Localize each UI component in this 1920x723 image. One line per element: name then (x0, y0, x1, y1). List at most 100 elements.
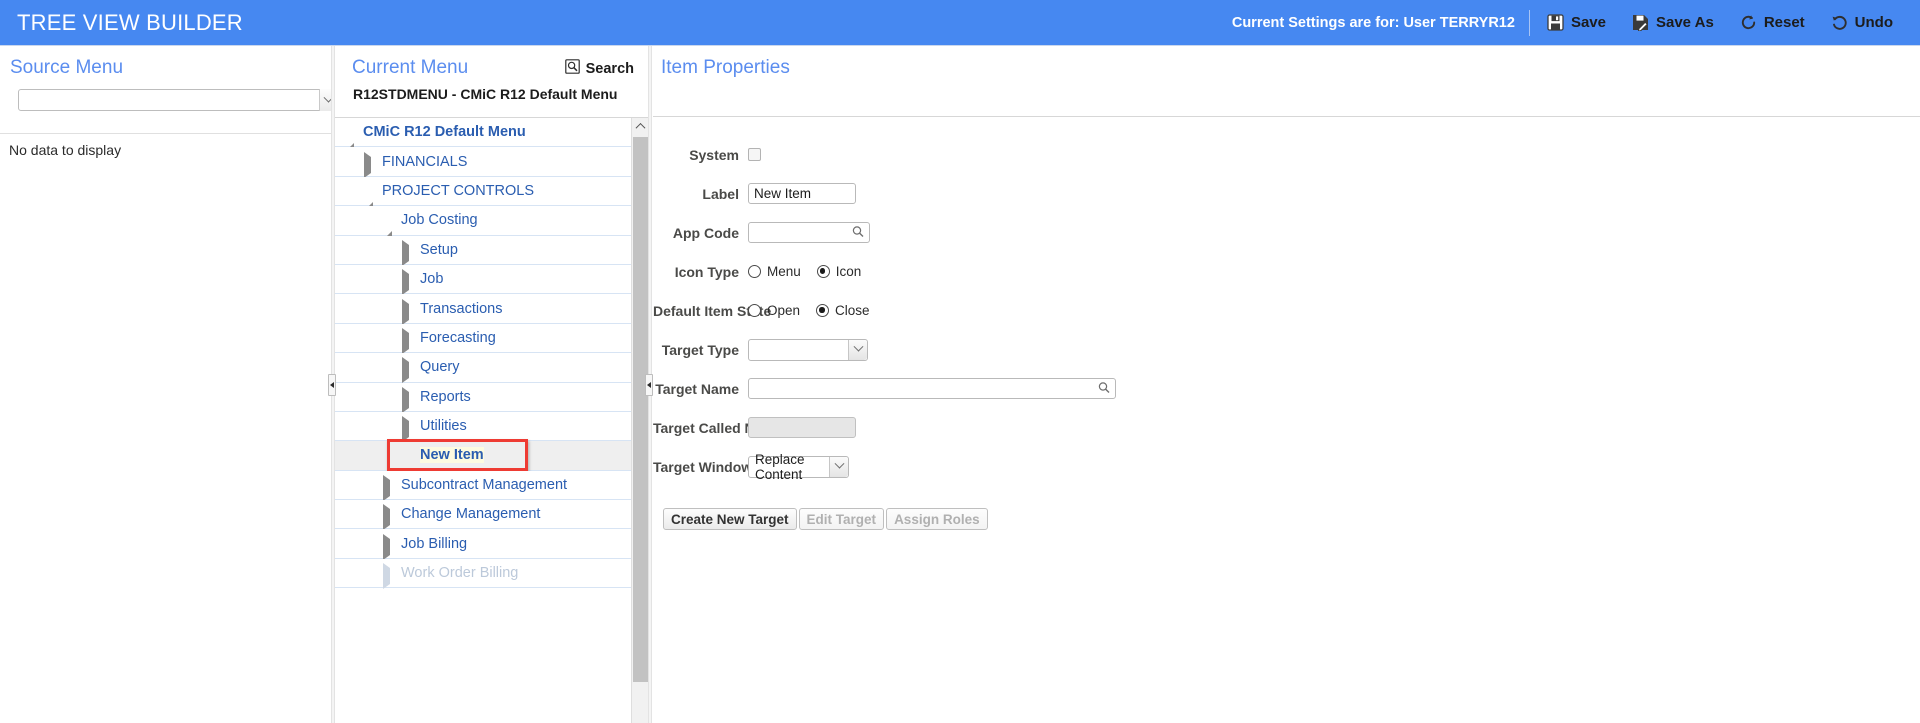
app-code-search-icon[interactable] (852, 225, 864, 240)
target-name-search-icon[interactable] (1098, 381, 1110, 396)
default-item-state-row: Default Item State Open Close (653, 291, 1920, 330)
tree-item[interactable]: Job Costing (335, 206, 648, 241)
tree-item[interactable]: Forecasting (335, 323, 648, 354)
tree-item-label: Job (420, 271, 444, 288)
target-type-row: Target Type (653, 330, 1920, 369)
icon-type-radio-icon[interactable] (816, 265, 830, 278)
menu-tree: CMiC R12 Default Menu FINANCIALS PROJECT C… (335, 117, 648, 723)
tree-item[interactable]: FINANCIALS (335, 147, 648, 178)
target-name-label: Target Name (655, 380, 739, 397)
tree-item-label: CMiC R12 Default Menu (363, 124, 526, 141)
circular-arrow-icon (1740, 14, 1757, 31)
reset-button[interactable]: Reset (1727, 10, 1818, 35)
undo-arrow-icon (1831, 14, 1848, 31)
tree-item-label: PROJECT CONTROLS (382, 182, 535, 199)
tree-item[interactable]: CMiC R12 Default Menu (335, 118, 648, 153)
source-menu-empty-text: No data to display (9, 142, 122, 158)
default-item-state-radio-close[interactable] (816, 304, 830, 317)
caret-right-icon[interactable] (402, 298, 412, 325)
tree-item[interactable]: Transactions (335, 294, 648, 325)
label-input[interactable]: New Item (748, 183, 856, 204)
save-button-label: Save (1570, 14, 1606, 31)
chevron-down-icon[interactable] (848, 339, 867, 360)
target-type-label: Target Type (661, 341, 739, 358)
header-divider (1528, 9, 1530, 36)
tree-item-label: Subcontract Management (401, 476, 568, 493)
caret-right-icon[interactable] (383, 474, 393, 501)
save-button[interactable]: Save (1534, 10, 1619, 35)
save-as-button[interactable]: Save As (1619, 10, 1727, 35)
caret-right-icon[interactable] (364, 151, 374, 178)
assign-roles-button: Assign Roles (886, 508, 988, 530)
source-menu-select[interactable] (18, 89, 336, 111)
target-called-name-row: Target Called Name (653, 408, 1920, 447)
caret-down-icon[interactable] (364, 185, 374, 211)
app-code-input[interactable] (748, 222, 870, 243)
tree-item-label: Change Management (401, 506, 541, 523)
floppy-disk-pencil-icon (1632, 14, 1649, 31)
tree-item[interactable]: Job Billing (335, 529, 648, 560)
search-button[interactable]: Search (564, 59, 634, 78)
current-menu-code: R12STDMENU - CMiC R12 Default Menu (353, 86, 618, 102)
system-checkbox[interactable] (748, 148, 761, 161)
create-new-target-button[interactable]: Create New Target (663, 508, 797, 530)
splitter-collapse-source-handle[interactable] (328, 374, 336, 396)
default-item-state-option-close-label: Close (835, 303, 870, 318)
tree-item[interactable]: Subcontract Management (335, 470, 648, 501)
caret-right-icon[interactable] (402, 386, 412, 413)
item-properties-form: System Label New Item App Code Icon Type… (653, 117, 1920, 530)
tree-item-label: Query (420, 359, 460, 376)
caret-down-icon[interactable] (345, 127, 355, 153)
label-row: Label New Item (653, 174, 1920, 213)
tree-item[interactable]: Reports (335, 382, 648, 413)
label-field-label: Label (702, 185, 739, 202)
target-type-select[interactable] (748, 338, 868, 361)
default-item-state-label: Default Item State (653, 302, 772, 319)
caret-right-icon[interactable] (402, 327, 412, 354)
source-menu-select-box[interactable] (18, 89, 336, 111)
icon-type-option-menu-label: Menu (767, 264, 801, 279)
caret-right-icon[interactable] (383, 563, 393, 590)
tree-item-label: FINANCIALS (382, 153, 468, 170)
header-actions: Current Settings are for: User TERRYR12 … (1232, 0, 1920, 45)
tree-item-label: New Item (420, 447, 484, 464)
tree-item[interactable]: Query (335, 353, 648, 384)
tree-item-label: Work Order Billing (401, 565, 519, 582)
caret-right-icon[interactable] (383, 504, 393, 531)
tree-item-label: Reports (420, 388, 471, 405)
caret-right-icon[interactable] (402, 357, 412, 384)
default-item-state-radio-open[interactable] (748, 304, 761, 317)
caret-down-icon[interactable] (383, 215, 393, 241)
caret-right-icon[interactable] (402, 269, 412, 296)
chevron-down-icon[interactable] (829, 456, 848, 477)
tree-scrollbar-thumb[interactable] (633, 137, 648, 682)
caret-right-icon[interactable] (402, 416, 412, 443)
splitter-collapse-current-handle[interactable] (645, 374, 653, 396)
tree-item[interactable]: Utilities (335, 411, 648, 443)
tree-item[interactable]: Change Management (335, 500, 648, 531)
caret-right-icon[interactable] (402, 239, 412, 266)
target-window-label: Target Window (653, 458, 753, 475)
scroll-up-arrow-icon[interactable] (632, 118, 648, 135)
tree-item[interactable]: Job (335, 264, 648, 296)
page-title: TREE VIEW BUILDER (17, 9, 243, 35)
system-row: System (653, 135, 1920, 174)
tree-item[interactable]: PROJECT CONTROLS (335, 176, 648, 211)
target-name-input[interactable] (748, 378, 1116, 399)
undo-button-label: Undo (1854, 14, 1893, 31)
tree-item-label: Forecasting (420, 329, 496, 346)
target-window-select[interactable]: Replace Content (748, 452, 849, 482)
tree-item[interactable]: Setup (335, 235, 648, 266)
tree-item[interactable]: Work Order Billing (335, 558, 648, 590)
item-properties-header: Item Properties (653, 46, 1920, 117)
source-menu-title: Source Menu (10, 57, 124, 78)
caret-right-icon[interactable] (383, 533, 393, 560)
icon-type-radio-menu[interactable] (748, 265, 761, 278)
tree-item-label: Setup (420, 241, 458, 258)
tree-item-label: Job Billing (401, 535, 468, 552)
source-menu-header: Source Menu (0, 46, 336, 117)
tree-item[interactable]: New Item (335, 439, 648, 472)
undo-button[interactable]: Undo (1818, 10, 1906, 35)
tree-scrollbar[interactable] (631, 118, 648, 723)
